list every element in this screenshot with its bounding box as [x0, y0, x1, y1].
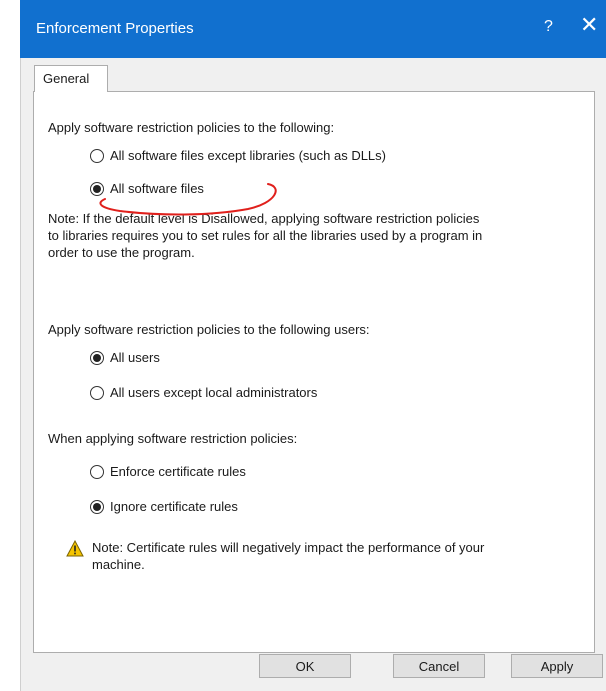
section1-heading: Apply software restriction policies to t… [48, 120, 335, 135]
radio-all-except-libraries[interactable]: All software files except libraries (suc… [90, 148, 386, 163]
radio-label: Ignore certificate rules [110, 499, 238, 514]
section3-heading: When applying software restriction polic… [48, 431, 298, 446]
general-panel: Apply software restriction policies to t… [33, 91, 595, 653]
radio-circle [90, 464, 104, 479]
note-line: Note: If the default level is Disallowed… [48, 211, 480, 226]
note-line: to libraries requires you to set rules f… [48, 228, 483, 243]
cancel-button[interactable]: Cancel [393, 654, 485, 678]
radio-label: Enforce certificate rules [110, 464, 246, 479]
radio-circle [90, 385, 104, 400]
radio-enforce-certificate-rules[interactable]: Enforce certificate rules [90, 464, 246, 479]
tab-general[interactable]: General [34, 65, 108, 92]
radio-all-users[interactable]: All users [90, 350, 160, 365]
radio-ignore-certificate-rules[interactable]: Ignore certificate rules [90, 499, 238, 514]
window-title: Enforcement Properties [36, 20, 194, 37]
section2-heading: Apply software restriction policies to t… [48, 322, 370, 337]
title-bar: Enforcement Properties ? ✕ [20, 0, 606, 58]
tab-general-label: General [43, 71, 90, 86]
close-button[interactable]: ✕ [580, 14, 598, 36]
radio-all-software-files[interactable]: All software files [90, 181, 204, 196]
certificate-warning-note: Note: Certificate rules will negatively … [92, 539, 484, 573]
radio-circle-checked [90, 181, 104, 196]
radio-circle-checked [90, 350, 104, 365]
libraries-note: Note: If the default level is Disallowed… [48, 210, 482, 261]
note-line: Note: Certificate rules will negatively … [92, 540, 485, 555]
radio-label: All users [110, 350, 160, 365]
radio-label: All software files except libraries (suc… [110, 148, 386, 163]
help-button[interactable]: ? [544, 18, 553, 36]
radio-circle-checked [90, 499, 104, 514]
radio-label: All software files [110, 181, 204, 196]
dialog-body: General Apply software restriction polic… [20, 58, 606, 691]
radio-circle [90, 148, 104, 163]
note-line: order to use the program. [48, 245, 195, 260]
note-line: machine. [92, 557, 145, 572]
apply-button[interactable]: Apply [511, 654, 603, 678]
ok-button[interactable]: OK [259, 654, 351, 678]
radio-label: All users except local administrators [110, 385, 318, 400]
radio-all-users-except-admins[interactable]: All users except local administrators [90, 385, 317, 400]
warning-icon [66, 540, 84, 557]
